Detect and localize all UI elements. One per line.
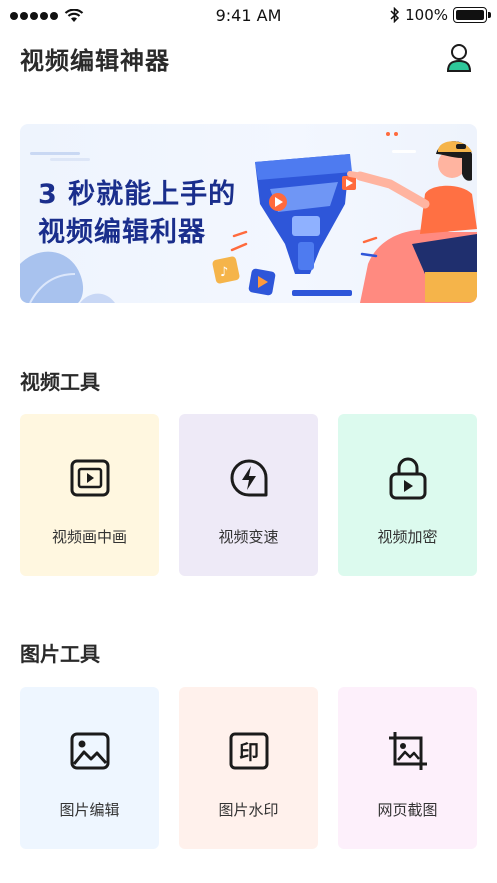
image-tools-grid: 图片编辑 印 图片水印 网页截图 xyxy=(20,687,477,849)
picture-in-picture-icon xyxy=(68,456,112,500)
video-tools-grid: 视频画中画 视频变速 视频加密 xyxy=(20,414,477,576)
svg-text:印: 印 xyxy=(239,740,259,764)
banner-line-2: 视频编辑利器 xyxy=(38,217,206,248)
lock-icon xyxy=(386,456,430,500)
tool-card-video-encrypt[interactable]: 视频加密 xyxy=(338,414,477,576)
tool-label: 图片水印 xyxy=(218,801,279,819)
speed-icon xyxy=(227,456,271,500)
image-icon xyxy=(68,729,112,773)
status-bar: 9:41 AM 100% xyxy=(0,0,497,30)
tool-label: 视频画中画 xyxy=(51,528,127,546)
battery-icon xyxy=(453,7,491,23)
user-profile-button[interactable] xyxy=(441,40,477,76)
bluetooth-icon xyxy=(390,7,400,23)
tool-card-image-watermark[interactable]: 印 图片水印 xyxy=(179,687,318,849)
user-icon xyxy=(446,44,472,72)
section-title-image-tools: 图片工具 xyxy=(20,642,100,666)
svg-text:♪: ♪ xyxy=(220,265,228,280)
battery-percent: 100% xyxy=(405,6,448,24)
tool-card-web-screenshot[interactable]: 网页截图 xyxy=(338,687,477,849)
banner-line-1: 3 秒就能上手的 xyxy=(38,179,237,210)
section-title-video-tools: 视频工具 xyxy=(20,370,100,394)
tool-card-image-edit[interactable]: 图片编辑 xyxy=(20,687,159,849)
tool-label: 网页截图 xyxy=(377,801,438,819)
tool-label: 图片编辑 xyxy=(59,801,120,819)
banner-headline: 3 秒就能上手的 视频编辑利器 xyxy=(38,176,236,252)
watermark-icon: 印 xyxy=(227,729,271,773)
tool-label: 视频加密 xyxy=(377,528,438,546)
app-header: 视频编辑神器 xyxy=(20,36,477,80)
tool-card-video-pip[interactable]: 视频画中画 xyxy=(20,414,159,576)
tool-card-video-speed[interactable]: 视频变速 xyxy=(179,414,318,576)
screenshot-icon xyxy=(386,729,430,773)
tool-label: 视频变速 xyxy=(218,528,279,546)
app-title: 视频编辑神器 xyxy=(20,46,170,75)
promo-banner[interactable]: ♪ 3 秒就能上手的 视频编辑利器 xyxy=(20,124,477,303)
